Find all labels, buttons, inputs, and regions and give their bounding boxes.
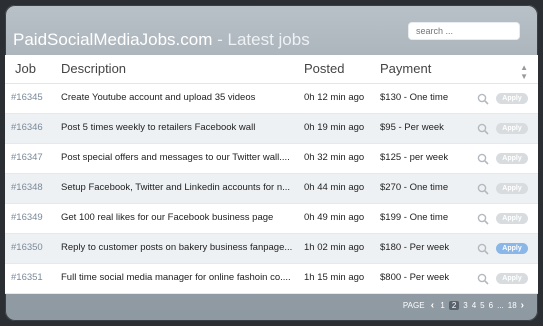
payment: $800 - Per week — [380, 272, 450, 283]
sort-icon[interactable]: ▲ ▼ — [520, 63, 528, 81]
search-input[interactable] — [408, 22, 520, 40]
column-description[interactable]: Description — [61, 61, 126, 76]
section-label: - Latest jobs — [212, 30, 310, 49]
jobs-table: Job Description Posted Payment ▲ ▼ #16345… — [5, 55, 538, 294]
payment: $130 - One time — [380, 92, 449, 103]
job-id: #16350 — [11, 242, 43, 253]
posted-time: 0h 19 min ago — [304, 122, 365, 133]
page-link[interactable]: 4 — [472, 301, 476, 310]
column-posted[interactable]: Posted — [304, 61, 344, 76]
job-description[interactable]: Create Youtube account and upload 35 vid… — [61, 92, 255, 103]
table-row[interactable]: #16350 Reply to customer posts on bakery … — [5, 234, 538, 264]
job-description[interactable]: Full time social media manager for onlin… — [61, 272, 291, 283]
page-link[interactable]: 2 — [448, 301, 460, 310]
apply-button[interactable]: Apply — [496, 93, 528, 104]
page-link[interactable]: 5 — [480, 301, 484, 310]
job-id: #16349 — [11, 212, 43, 223]
header: PaidSocialMediaJobs.com - Latest jobs — [5, 5, 538, 55]
site-name: PaidSocialMediaJobs.com — [13, 30, 213, 49]
job-id: #16351 — [11, 272, 43, 283]
table-header: Job Description Posted Payment ▲ ▼ — [5, 55, 538, 84]
payment: $125 - per week — [380, 152, 449, 163]
payment: $95 - Per week — [380, 122, 444, 133]
posted-time: 0h 44 min ago — [304, 182, 365, 193]
posted-time: 0h 12 min ago — [304, 92, 365, 103]
search-icon[interactable] — [477, 122, 489, 135]
search-icon[interactable] — [477, 212, 489, 225]
footer: PAGE ‹ 1 2 3 4 5 6... 18 › — [5, 291, 538, 321]
job-description[interactable]: Post special offers and messages to our … — [61, 152, 290, 163]
jobs-window: PaidSocialMediaJobs.com - Latest jobs Jo… — [5, 5, 538, 321]
job-id: #16347 — [11, 152, 43, 163]
apply-button[interactable]: Apply — [496, 183, 528, 194]
search-icon[interactable] — [477, 242, 489, 255]
chevron-right-icon[interactable]: › — [521, 300, 524, 311]
apply-button[interactable]: Apply — [496, 213, 528, 224]
apply-button[interactable]: Apply — [496, 243, 528, 254]
job-description[interactable]: Setup Facebook, Twitter and Linkedin acc… — [61, 182, 290, 193]
table-row[interactable]: #16349 Get 100 real likes for our Faceboo… — [5, 204, 538, 234]
posted-time: 0h 49 min ago — [304, 212, 365, 223]
payment: $199 - One time — [380, 212, 449, 223]
page-link[interactable]: 18 — [508, 301, 517, 310]
payment: $180 - Per week — [380, 242, 450, 253]
search-icon[interactable] — [477, 272, 489, 285]
table-row[interactable]: #16347 Post special offers and messages t… — [5, 144, 538, 174]
table-body: #16345 Create Youtube account and upload … — [5, 84, 538, 294]
job-id: #16348 — [11, 182, 43, 193]
search-icon[interactable] — [477, 182, 489, 195]
apply-button[interactable]: Apply — [496, 153, 528, 164]
posted-time: 1h 15 min ago — [304, 272, 365, 283]
column-job[interactable]: Job — [15, 61, 36, 76]
page-label: PAGE — [402, 301, 425, 310]
page-link[interactable]: 1 — [440, 301, 444, 310]
apply-button[interactable]: Apply — [496, 273, 528, 284]
pagination: PAGE ‹ 1 2 3 4 5 6... 18 › — [401, 300, 526, 311]
page-link[interactable]: 3 — [463, 301, 467, 310]
job-id: #16346 — [11, 122, 43, 133]
page-title: PaidSocialMediaJobs.com - Latest jobs — [13, 30, 310, 50]
page-link[interactable]: 6 — [489, 301, 493, 310]
search-icon[interactable] — [477, 92, 489, 105]
payment: $270 - One time — [380, 182, 449, 193]
job-id: #16345 — [11, 92, 43, 103]
chevron-left-icon[interactable]: ‹ — [431, 300, 434, 311]
job-description[interactable]: Post 5 times weekly to retailers Faceboo… — [61, 122, 255, 133]
job-description[interactable]: Reply to customer posts on bakery busine… — [61, 242, 292, 253]
page-ellipsis: ... — [497, 301, 504, 310]
posted-time: 0h 32 min ago — [304, 152, 365, 163]
apply-button[interactable]: Apply — [496, 123, 528, 134]
table-row[interactable]: #16351 Full time social media manager for… — [5, 264, 538, 294]
job-description[interactable]: Get 100 real likes for our Facebook busi… — [61, 212, 273, 223]
table-row[interactable]: #16345 Create Youtube account and upload … — [5, 84, 538, 114]
posted-time: 1h 02 min ago — [304, 242, 365, 253]
table-row[interactable]: #16346 Post 5 times weekly to retailers F… — [5, 114, 538, 144]
column-payment[interactable]: Payment — [380, 61, 431, 76]
table-row[interactable]: #16348 Setup Facebook, Twitter and Linked… — [5, 174, 538, 204]
search-icon[interactable] — [477, 152, 489, 165]
